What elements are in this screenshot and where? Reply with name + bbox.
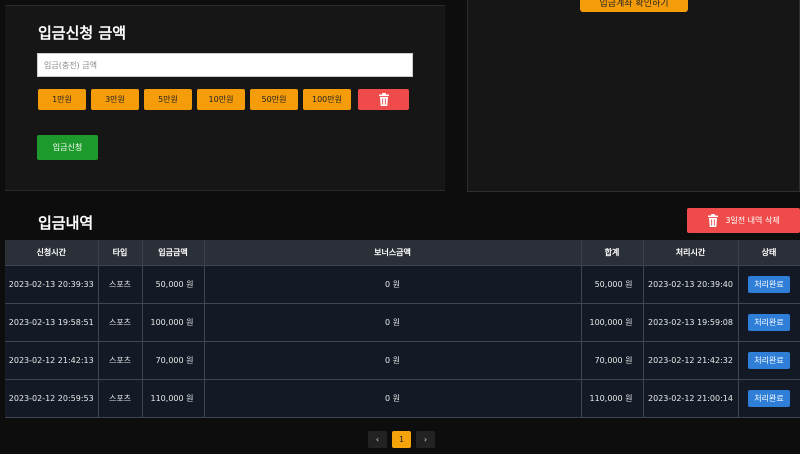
status-cell: 처리완료 [738,264,800,303]
status-badge: 처리완료 [748,389,790,407]
total-cell: 100,000 원 [581,302,644,341]
amount-1man-button[interactable]: 1만원 [38,89,86,110]
processed-time-cell: 2023-02-13 19:59:08 [643,302,739,341]
status-badge: 처리완료 [748,275,790,293]
amount-5man-button[interactable]: 5만원 [144,89,192,110]
type-cell: 스포츠 [98,340,143,379]
prev-page-button[interactable]: ‹ [368,431,387,448]
pagination: ‹ 1 › [368,431,435,448]
column-header: 입금금액 [142,240,205,265]
deposit-submit-button[interactable]: 입금신청 [37,135,98,160]
total-cell: 70,000 원 [581,340,644,379]
bonus-amount-cell: 0 원 [204,264,582,303]
table-row: 2023-02-13 19:58:51 스포츠 100,000 원 0 원 10… [5,302,800,341]
type-cell: 스포츠 [98,302,143,341]
column-header: 합계 [581,240,644,265]
type-cell: 스포츠 [98,264,143,303]
total-cell: 110,000 원 [581,378,644,418]
table-row: 2023-02-12 21:42:13 스포츠 70,000 원 0 원 70,… [5,340,800,379]
deposit-history-table: 신청시간 타입 입금금액 보너스금액 합계 처리시간 상태 2023-02-13… [5,240,800,418]
request-time-cell: 2023-02-12 20:59:53 [5,378,99,418]
amount-100man-button[interactable]: 100만원 [303,89,351,110]
next-page-button[interactable]: › [416,431,435,448]
status-cell: 처리완료 [738,302,800,341]
processed-time-cell: 2023-02-13 20:39:40 [643,264,739,303]
column-header: 타입 [98,240,143,265]
amount-10man-button[interactable]: 10만원 [197,89,245,110]
table-row: 2023-02-12 20:59:53 스포츠 110,000 원 0 원 11… [5,378,800,418]
status-badge: 처리완료 [748,313,790,331]
trash-icon [708,214,719,227]
request-time-cell: 2023-02-13 20:39:33 [5,264,99,303]
request-time-cell: 2023-02-12 21:42:13 [5,340,99,379]
page-1-button[interactable]: 1 [392,431,411,448]
column-header: 신청시간 [5,240,99,265]
deposit-form-panel: 입금신청 금액 1만원 3만원 5만원 10만원 50만원 100만원 입금신청 [5,5,445,191]
deposit-title: 입금신청 금액 [38,24,127,42]
check-account-button[interactable]: 입금계좌 확인하기 [580,0,688,12]
deposit-amount-cell: 100,000 원 [142,302,205,341]
amount-50man-button[interactable]: 50만원 [250,89,298,110]
bonus-amount-cell: 0 원 [204,302,582,341]
deposit-amount-cell: 110,000 원 [142,378,205,418]
deposit-amount-cell: 70,000 원 [142,340,205,379]
bonus-amount-cell: 0 원 [204,340,582,379]
status-badge: 처리완료 [748,351,790,369]
deposit-amount-input[interactable] [37,53,413,77]
processed-time-cell: 2023-02-12 21:42:32 [643,340,739,379]
request-time-cell: 2023-02-13 19:58:51 [5,302,99,341]
column-header: 상태 [738,240,800,265]
column-header: 보너스금액 [204,240,582,265]
clear-amount-button[interactable] [358,89,409,110]
trash-icon [378,93,389,106]
type-cell: 스포츠 [98,378,143,418]
table-header-row: 신청시간 타입 입금금액 보너스금액 합계 처리시간 상태 [5,240,800,265]
table-row: 2023-02-13 20:39:33 스포츠 50,000 원 0 원 50,… [5,264,800,303]
processed-time-cell: 2023-02-12 21:00:14 [643,378,739,418]
amount-3man-button[interactable]: 3만원 [91,89,139,110]
history-title: 입금내역 [38,214,94,232]
account-info-panel: 입금계좌 확인하기 [467,0,800,192]
column-header: 처리시간 [643,240,739,265]
status-cell: 처리완료 [738,340,800,379]
total-cell: 50,000 원 [581,264,644,303]
delete-old-label: 3일전 내역 삭제 [725,216,780,225]
amount-preset-buttons: 1만원 3만원 5만원 10만원 50만원 100만원 [38,89,409,110]
bonus-amount-cell: 0 원 [204,378,582,418]
delete-old-history-button[interactable]: 3일전 내역 삭제 [687,208,800,233]
deposit-amount-cell: 50,000 원 [142,264,205,303]
status-cell: 처리완료 [738,378,800,418]
